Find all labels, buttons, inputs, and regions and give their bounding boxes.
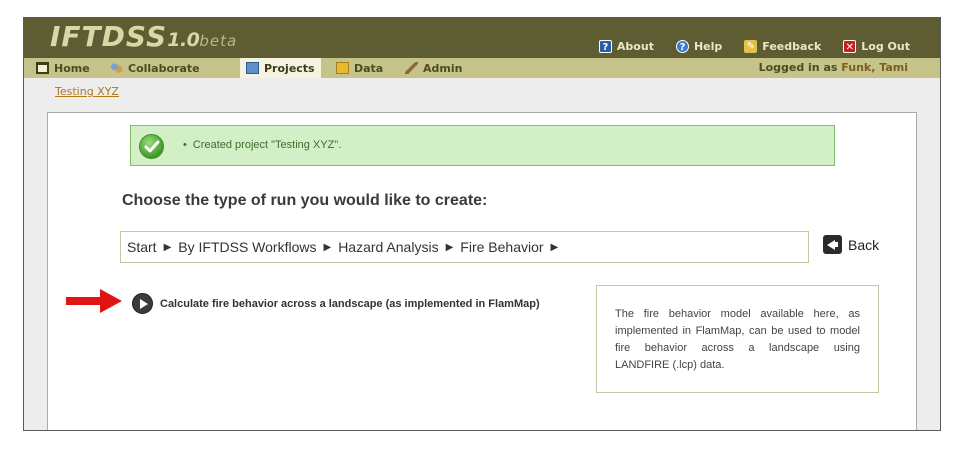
projects-icon xyxy=(246,62,259,74)
navbar: Home Collaborate Projects Data Admin Log… xyxy=(24,58,940,78)
nav-projects-label: Projects xyxy=(264,61,315,75)
app-window: IFTDSS1.0beta ? About ? Help ✎ Feedback … xyxy=(23,17,941,431)
about-label: About xyxy=(616,40,654,53)
path-separator-icon: ▶ xyxy=(163,241,172,253)
feedback-icon: ✎ xyxy=(744,40,758,53)
collaborate-icon xyxy=(110,62,123,74)
back-label: Back xyxy=(848,236,880,253)
success-message-text: Created project "Testing XYZ". xyxy=(192,139,342,151)
logo-version: 1.0 xyxy=(167,29,200,51)
logo-beta: beta xyxy=(199,32,238,50)
logout-icon: ✕ xyxy=(843,40,857,53)
logout-link[interactable]: ✕ Log Out xyxy=(843,40,910,53)
nav-collaborate-label: Collaborate xyxy=(128,61,200,75)
play-icon xyxy=(132,293,153,314)
help-icon: ? xyxy=(675,40,689,53)
about-icon: ? xyxy=(598,40,612,53)
nav-data[interactable]: Data xyxy=(336,58,383,78)
logo-main: IFTDSS xyxy=(50,20,168,53)
user-name[interactable]: Funk, Tami xyxy=(841,61,908,74)
path-workflows[interactable]: By IFTDSS Workflows xyxy=(178,239,316,255)
logo: IFTDSS1.0beta xyxy=(50,20,237,53)
breadcrumb-project-link[interactable]: Testing XYZ xyxy=(55,85,119,98)
run-option-label: Calculate fire behavior across a landsca… xyxy=(160,297,540,310)
logged-in-info: Logged in as Funk, Tami xyxy=(759,58,908,78)
path-start[interactable]: Start xyxy=(127,239,157,255)
path-separator-icon: ▶ xyxy=(323,241,332,253)
back-button[interactable]: Back xyxy=(823,235,879,254)
home-icon xyxy=(36,62,49,74)
red-arrow-icon xyxy=(66,289,122,313)
feedback-label: Feedback xyxy=(762,40,822,53)
checkmark-icon xyxy=(139,134,164,159)
nav-home[interactable]: Home xyxy=(36,58,90,78)
path-separator-icon: ▶ xyxy=(445,241,454,253)
data-icon xyxy=(336,62,349,74)
workflow-path: Start ▶ By IFTDSS Workflows ▶ Hazard Ana… xyxy=(120,231,809,263)
feedback-link[interactable]: ✎ Feedback xyxy=(744,40,821,53)
top-links: ? About ? Help ✎ Feedback ✕ Log Out xyxy=(577,40,910,53)
path-fire-behavior[interactable]: Fire Behavior xyxy=(460,239,543,255)
success-message: • Created project "Testing XYZ". xyxy=(130,125,835,166)
path-separator-icon: ▶ xyxy=(550,241,559,253)
help-link[interactable]: ? Help xyxy=(675,40,723,53)
nav-admin[interactable]: Admin xyxy=(405,58,462,78)
nav-data-label: Data xyxy=(354,61,384,75)
page-heading: Choose the type of run you would like to… xyxy=(122,192,488,209)
admin-icon xyxy=(405,62,418,74)
nav-projects[interactable]: Projects xyxy=(240,58,321,78)
option-description: The fire behavior model available here, … xyxy=(596,285,879,393)
run-option-flammap[interactable]: Calculate fire behavior across a landsca… xyxy=(132,293,540,314)
bullet-icon: • xyxy=(183,139,187,151)
logged-in-prefix: Logged in as xyxy=(758,61,838,74)
nav-admin-label: Admin xyxy=(423,61,463,75)
path-hazard-analysis[interactable]: Hazard Analysis xyxy=(338,239,438,255)
logout-label: Log Out xyxy=(861,40,910,53)
nav-collaborate[interactable]: Collaborate xyxy=(110,58,200,78)
nav-home-label: Home xyxy=(54,61,90,75)
success-message-text-row: • Created project "Testing XYZ". xyxy=(183,139,341,151)
about-link[interactable]: ? About xyxy=(598,40,654,53)
back-arrow-icon xyxy=(823,235,842,254)
header: IFTDSS1.0beta ? About ? Help ✎ Feedback … xyxy=(24,18,940,58)
help-label: Help xyxy=(693,40,723,53)
content-panel: • Created project "Testing XYZ". Choose t… xyxy=(47,112,917,430)
